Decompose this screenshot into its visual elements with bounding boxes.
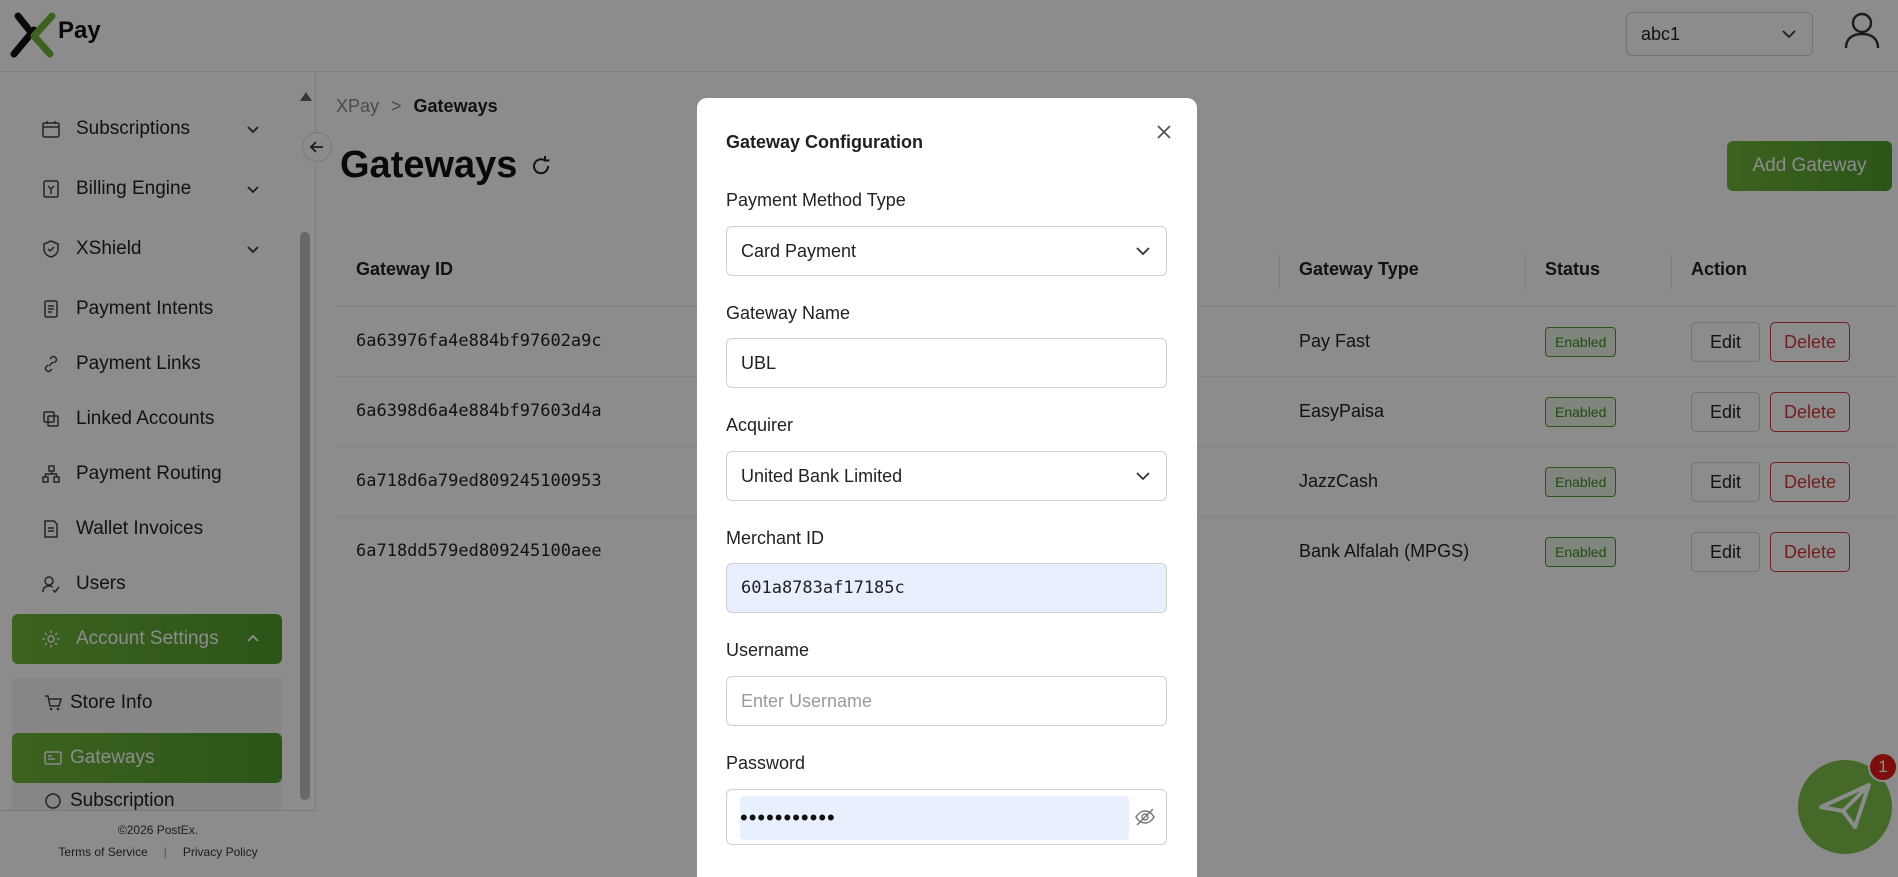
password-field[interactable]: ••••••••••• [726,789,1167,845]
username-field[interactable] [726,676,1167,726]
payment-method-type-value: Card Payment [741,240,857,261]
password-input[interactable]: ••••••••••• [740,796,1129,840]
chevron-down-icon [1136,472,1150,481]
close-icon [1157,125,1171,139]
chevron-down-icon [1136,247,1150,256]
payment-method-type-label: Payment Method Type [726,190,906,210]
modal-title: Gateway Configuration [726,132,924,152]
close-button[interactable] [1152,120,1176,144]
merchant-id-value: 601a8783af17185c [741,578,905,598]
eye-off-icon[interactable] [1134,806,1156,828]
acquirer-select[interactable]: United Bank Limited [726,451,1167,501]
gateway-name-input[interactable]: UBL [726,338,1167,388]
acquirer-value: United Bank Limited [741,465,903,486]
gateway-configuration-modal: Gateway Configuration Payment Method Typ… [697,98,1197,877]
username-input[interactable] [741,690,1152,712]
username-label: Username [726,640,810,660]
acquirer-label: Acquirer [726,415,794,435]
gateway-name-value: UBL [741,352,777,373]
merchant-id-label: Merchant ID [726,528,825,548]
gateway-name-label: Gateway Name [726,303,851,323]
payment-method-type-select[interactable]: Card Payment [726,226,1167,276]
password-label: Password [726,753,806,773]
merchant-id-input[interactable]: 601a8783af17185c [726,563,1167,613]
